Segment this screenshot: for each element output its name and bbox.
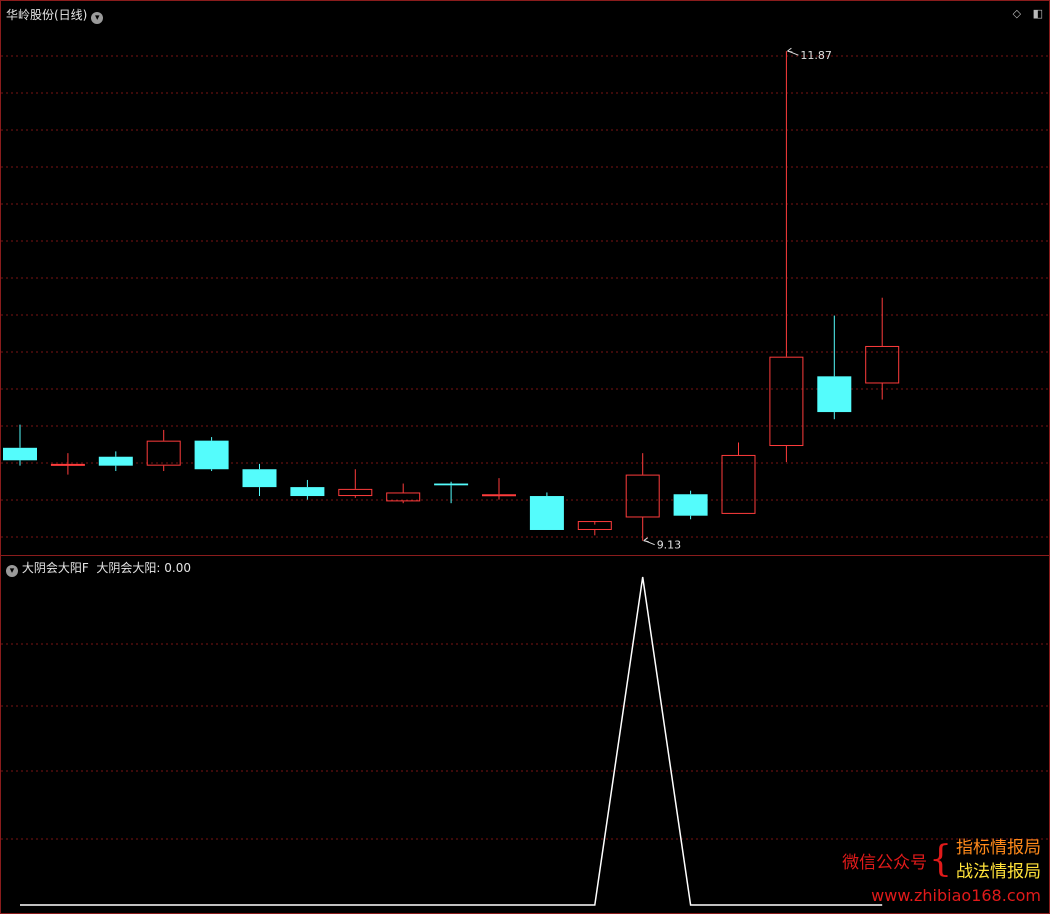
candle: [3, 424, 37, 466]
candle: [817, 315, 852, 420]
candle-body: [242, 469, 277, 488]
indicator-series-label: 大阴会大阳: [96, 561, 157, 575]
candle-body: [529, 496, 564, 530]
candle: [146, 429, 181, 472]
watermark: 微信公众号 { 指标情报局 战法情报局 www.zhibiao168.com: [842, 836, 1041, 905]
candle-body: [769, 356, 804, 447]
watermark-line-2: 战法情报局: [956, 862, 1041, 882]
candle: [98, 451, 133, 472]
diamond-icon[interactable]: ◇: [1013, 7, 1021, 20]
annotation-arrowhead: [787, 47, 793, 53]
indicator-name: 大阴会大阳F: [21, 561, 89, 575]
candle: [673, 490, 708, 520]
candle: [721, 442, 756, 514]
window-icon[interactable]: ◧: [1033, 7, 1043, 20]
candle: [194, 437, 229, 472]
candle-body: [721, 454, 756, 514]
stock-title: 华岭股份(日线): [6, 8, 88, 22]
annotation-arrowhead: [643, 537, 649, 543]
candle-body: [98, 456, 133, 466]
candle-body: [338, 488, 373, 497]
chevron-down-icon[interactable]: ▾: [6, 565, 18, 577]
price-panel[interactable]: 11.87 9.13 华岭股份(日线) ▾ ◇ ◧: [0, 0, 1050, 556]
candle: [50, 453, 85, 475]
candle: [482, 478, 516, 500]
candle-body: [673, 494, 708, 516]
indicator-line: [20, 576, 883, 906]
min-price-label: 9.13: [657, 539, 682, 552]
watermark-brace: {: [929, 839, 952, 880]
candle-body: [817, 376, 852, 413]
candle-body: [625, 474, 660, 518]
candle: [577, 521, 612, 536]
indicator-value: 0.00: [164, 561, 191, 575]
candle-body: [194, 440, 229, 470]
candle-body: [434, 483, 469, 486]
candle: [338, 469, 373, 498]
chevron-down-icon[interactable]: ▾: [91, 12, 104, 24]
candle: [242, 463, 277, 497]
price-annotation: 11.87: [787, 47, 832, 62]
candle: [625, 453, 660, 541]
candle: [865, 297, 900, 400]
panel-controls: ◇ ◧: [1005, 7, 1043, 20]
chart-header: 华岭股份(日线) ▾: [6, 6, 104, 24]
candle-body: [482, 494, 516, 497]
candle: [290, 479, 325, 500]
watermark-wechat: 微信公众号: [842, 852, 928, 873]
indicator-panel[interactable]: ▾ 大阴会大阳F 大阴会大阳: 0.00 微信公众号 { 指标情报局 战法情报局…: [0, 556, 1050, 914]
watermark-url: www.zhibiao168.com: [871, 886, 1041, 905]
watermark-line-1: 指标情报局: [956, 838, 1041, 858]
max-price-label: 11.87: [800, 49, 832, 62]
candle: [529, 492, 564, 530]
indicator-header: ▾ 大阴会大阳F 大阴会大阳: 0.00: [6, 559, 191, 577]
candle: [769, 51, 804, 463]
candlestick-chart[interactable]: 11.87 9.13: [1, 1, 1049, 555]
candle-body: [3, 447, 37, 461]
price-annotation: 9.13: [643, 537, 682, 552]
candle-body: [146, 440, 181, 466]
candle-body: [290, 487, 325, 497]
candle-body: [50, 463, 85, 466]
